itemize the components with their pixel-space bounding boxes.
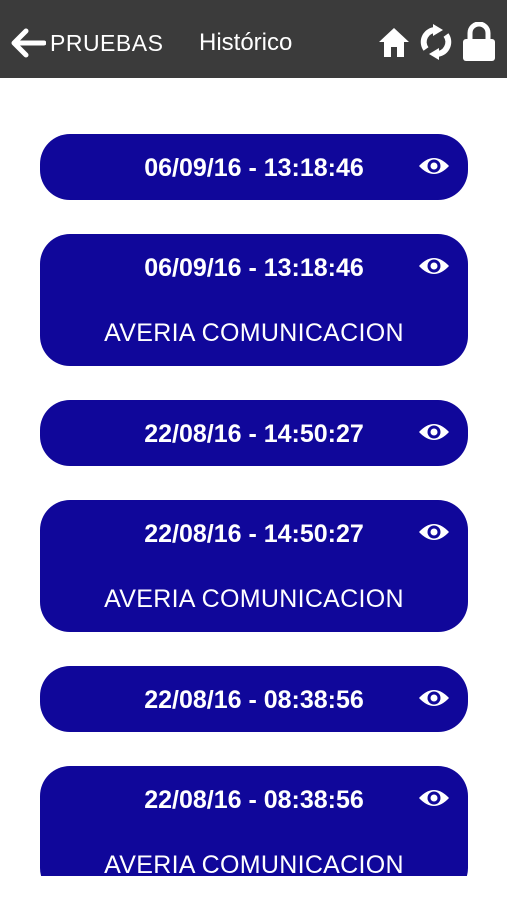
eye-icon[interactable] bbox=[418, 420, 450, 444]
event-datetime: 22/08/16 - 14:50:27 bbox=[144, 420, 364, 448]
history-item[interactable]: 06/09/16 - 13:18:46 AVERIA COMUNICACION bbox=[40, 234, 468, 366]
event-datetime: 22/08/16 - 08:38:56 bbox=[144, 686, 364, 714]
history-item[interactable]: 22/08/16 - 08:38:56 AVERIA COMUNICACION bbox=[40, 766, 468, 876]
lock-icon[interactable] bbox=[461, 22, 497, 62]
header-actions bbox=[369, 22, 497, 62]
event-datetime: 22/08/16 - 08:38:56 bbox=[144, 786, 364, 814]
eye-icon[interactable] bbox=[418, 154, 450, 178]
event-description: AVERIA COMUNICACION bbox=[104, 319, 404, 347]
page-title: Histórico bbox=[199, 29, 293, 56]
event-datetime: 06/09/16 - 13:18:46 bbox=[144, 254, 364, 282]
home-icon[interactable] bbox=[377, 25, 411, 59]
eye-icon[interactable] bbox=[418, 786, 450, 810]
eye-icon[interactable] bbox=[418, 520, 450, 544]
eye-icon[interactable] bbox=[418, 686, 450, 710]
event-datetime: 22/08/16 - 14:50:27 bbox=[144, 520, 364, 548]
history-item[interactable]: 22/08/16 - 08:38:56 bbox=[40, 666, 468, 732]
history-item[interactable]: 06/09/16 - 13:18:46 bbox=[40, 134, 468, 200]
app-header: PRUEBAS Histórico bbox=[0, 0, 507, 78]
event-description: AVERIA COMUNICACION bbox=[104, 851, 404, 876]
event-datetime: 06/09/16 - 13:18:46 bbox=[144, 154, 364, 182]
history-item[interactable]: 22/08/16 - 14:50:27 AVERIA COMUNICACION bbox=[40, 500, 468, 632]
history-list[interactable]: 06/09/16 - 13:18:46 06/09/16 - 13:18:46 … bbox=[0, 78, 507, 876]
arrow-left-icon bbox=[11, 28, 46, 58]
history-item[interactable]: 22/08/16 - 14:50:27 bbox=[40, 400, 468, 466]
back-button[interactable]: PRUEBAS bbox=[10, 26, 163, 60]
eye-icon[interactable] bbox=[418, 254, 450, 278]
bottom-edge bbox=[0, 876, 507, 900]
event-description: AVERIA COMUNICACION bbox=[104, 585, 404, 613]
refresh-icon[interactable] bbox=[419, 24, 453, 60]
back-label: PRUEBAS bbox=[50, 29, 164, 56]
